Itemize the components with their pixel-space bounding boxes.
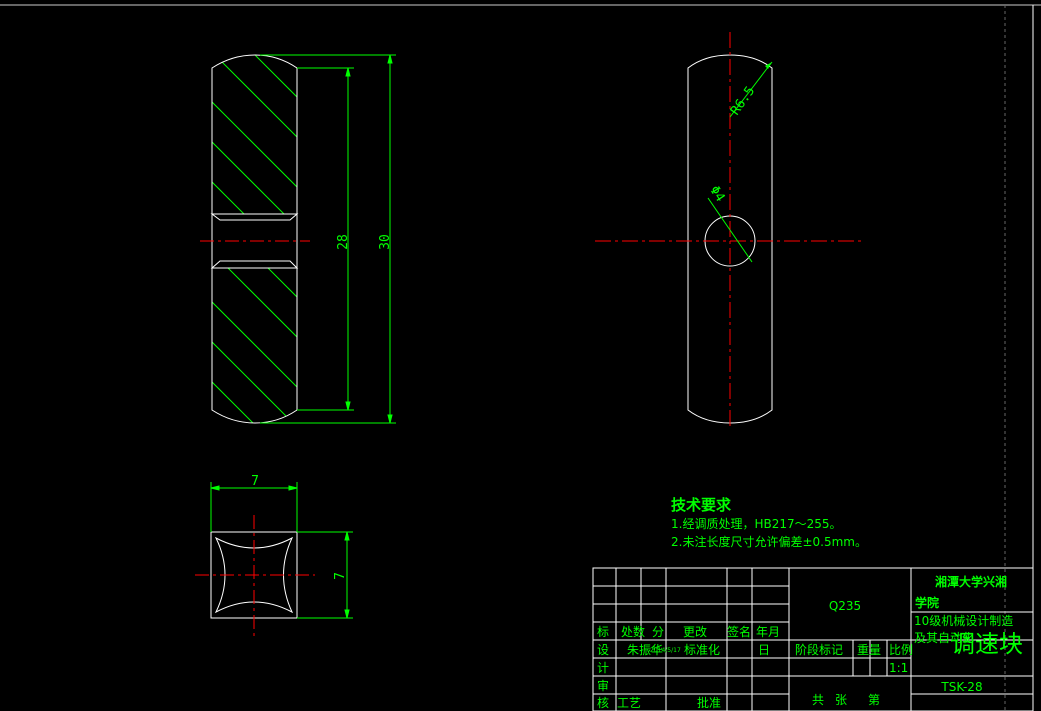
dim-radius-label: R6.5: [728, 84, 758, 118]
tb-label: 年月: [756, 625, 780, 639]
side-view: [595, 32, 865, 430]
dim-30: [260, 54, 396, 424]
dim-28-label: 28: [336, 234, 351, 250]
tb-label: 2014/5/17: [650, 647, 681, 654]
front-section-view: [200, 54, 310, 424]
front-outline-top: [211, 54, 298, 214]
bottom-view: [195, 482, 353, 636]
tb-material: Q235: [829, 599, 861, 613]
tb-label: 重量: [857, 643, 881, 657]
dim-bottom-height-label: 7: [333, 572, 348, 580]
tech-req-title: 技术要求: [671, 496, 732, 514]
slot-top: [210, 213, 299, 221]
tb-label: 比例: [889, 643, 913, 657]
dim-bottom-width-label: 7: [251, 474, 259, 489]
tb-label: 标准化: [684, 643, 720, 657]
tb-school-2: 学院: [915, 595, 939, 610]
tech-req-item: 1.经调质处理，HB217～255。: [671, 517, 842, 531]
tb-label: 计: [597, 661, 609, 675]
tb-label: 阶段标记: [795, 642, 843, 657]
tb-label: 张: [835, 693, 847, 707]
tb-label: 签名: [727, 624, 751, 639]
tb-label: 处数: [621, 624, 645, 639]
tb-label: 审: [597, 678, 609, 693]
tb-label: 更改: [683, 625, 707, 639]
dim-hole-label: Φ4: [706, 183, 727, 204]
tb-label: 批准: [697, 695, 721, 710]
hatch-bottom: [212, 268, 297, 423]
technical-requirements: 技术要求 1.经调质处理，HB217～255。 2.未注长度尺寸允许偏差±0.5…: [671, 496, 867, 549]
tb-part-name: 调速块: [951, 630, 1023, 658]
front-outline-bottom: [211, 268, 298, 424]
hatch-top: [212, 55, 297, 214]
tb-label: 日: [758, 643, 770, 657]
dim-30-label: 30: [378, 234, 393, 250]
tb-drawing-no: TSK-28: [940, 680, 982, 694]
tb-label: 核: [597, 696, 609, 710]
tb-label: 分: [652, 625, 664, 639]
tb-label: 标: [597, 625, 609, 639]
tb-label: 1:1: [889, 661, 908, 675]
tb-label: 第: [868, 693, 880, 707]
tb-label: 工艺: [617, 696, 641, 710]
tech-req-item: 2.未注长度尺寸允许偏差±0.5mm。: [671, 534, 867, 549]
title-block-text: Q235 湘潭大学兴湘 学院 10级机械设计制造 及其自动化 调速块 TSK-2…: [597, 574, 1023, 710]
tb-school-1: 湘潭大学兴湘: [935, 574, 1007, 589]
tb-label: 设: [597, 643, 609, 657]
slot-bottom: [210, 260, 299, 269]
cad-drawing-canvas: 28 30 R6.5 Φ4 7 7 技术要求 1.经调质处理，HB217～255…: [0, 4, 1041, 711]
tb-label: 共: [812, 693, 824, 707]
tb-project-1: 10级机械设计制造: [914, 613, 1013, 628]
